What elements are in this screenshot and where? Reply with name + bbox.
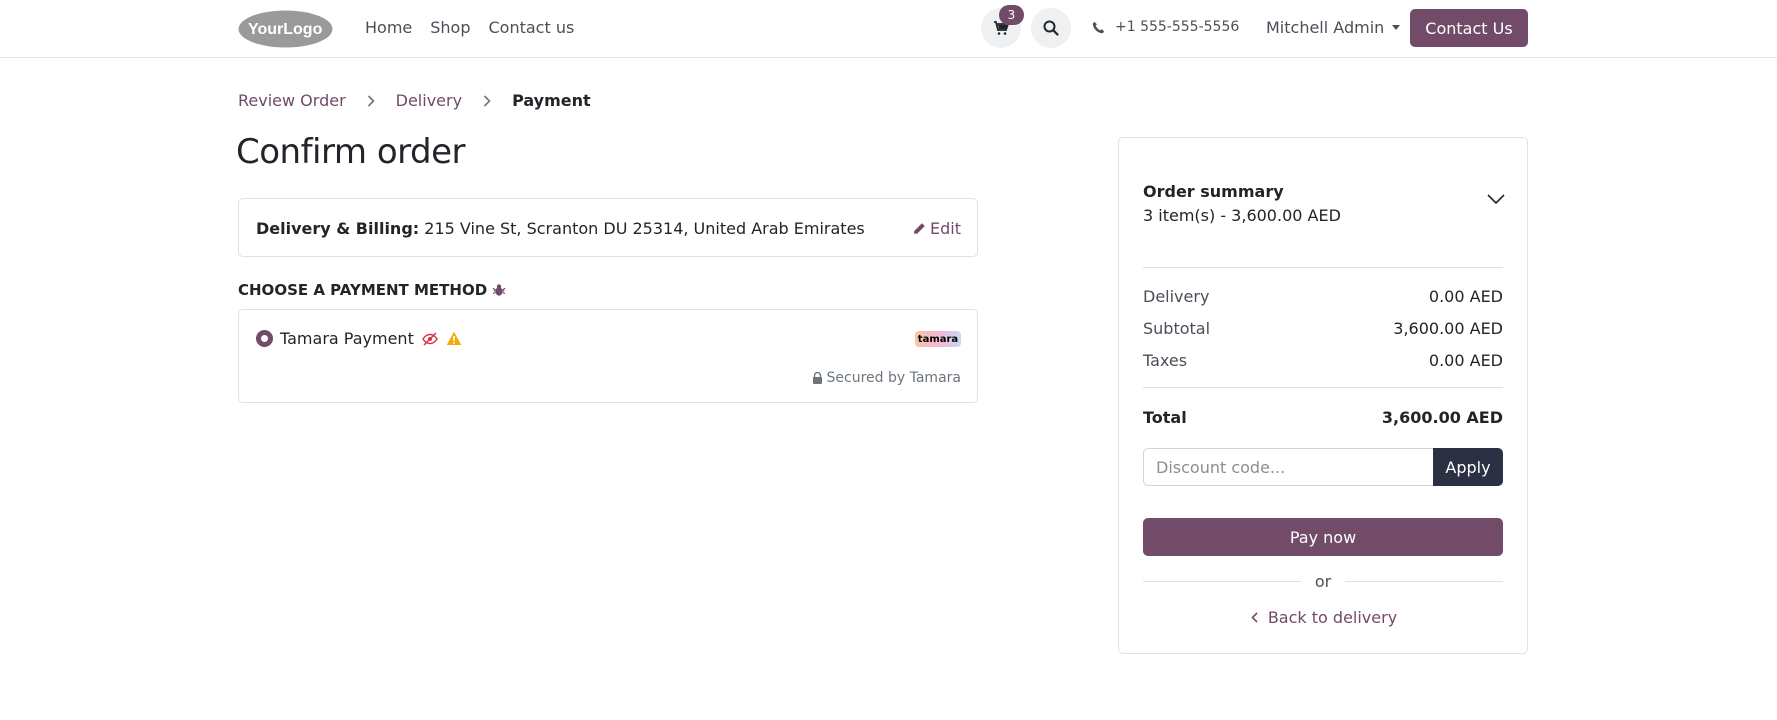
edit-address-link[interactable]: Edit <box>913 219 961 238</box>
payment-method-heading: CHOOSE A PAYMENT METHOD <box>238 281 506 299</box>
secured-text: Secured by Tamara <box>826 370 961 386</box>
main-nav: Home Shop Contact us <box>365 18 574 38</box>
separator-line <box>1345 581 1503 582</box>
cart-count-badge: 3 <box>999 5 1024 25</box>
phone-number: +1 555-555-5556 <box>1115 19 1240 35</box>
pencil-icon <box>914 223 925 234</box>
checkout-breadcrumb: Review Order Delivery Payment <box>238 91 591 110</box>
search-button[interactable] <box>1031 8 1071 48</box>
apply-discount-button[interactable]: Apply <box>1433 448 1503 486</box>
tamara-logo: tamara <box>915 331 961 347</box>
address-label: Delivery & Billing: <box>256 219 420 238</box>
nav-home[interactable]: Home <box>365 18 412 38</box>
or-separator: or <box>1143 572 1503 591</box>
pay-now-button[interactable]: Pay now <box>1143 518 1503 556</box>
taxes-row: Taxes 0.00 AED <box>1143 351 1503 370</box>
phone-icon <box>1092 21 1105 33</box>
order-items-line: 3 item(s) - 3,600.00 AED <box>1143 206 1341 225</box>
payment-method-card[interactable]: Tamara Payment tamara Secured by Tamara <box>238 309 978 403</box>
payment-method-name: Tamara Payment <box>280 329 414 348</box>
your-logo[interactable]: YourLogo <box>238 10 333 48</box>
delivery-row: Delivery 0.00 AED <box>1143 287 1503 306</box>
discount-code-input[interactable] <box>1143 448 1433 486</box>
search-icon <box>1043 20 1059 36</box>
bug-icon <box>492 284 506 296</box>
total-value: 3,600.00 AED <box>1381 408 1503 427</box>
address-card: Delivery & Billing: 215 Vine St, Scranto… <box>238 198 978 257</box>
summary-divider <box>1143 267 1503 268</box>
caret-down-icon <box>1392 25 1401 30</box>
breadcrumb-payment: Payment <box>512 91 591 110</box>
taxes-label: Taxes <box>1143 351 1188 370</box>
chevron-down-icon[interactable] <box>1487 194 1505 204</box>
phone-link[interactable]: +1 555-555-5556 <box>1092 19 1239 35</box>
subtotal-row: Subtotal 3,600.00 AED <box>1143 319 1503 338</box>
or-label: or <box>1314 572 1332 591</box>
nav-shop[interactable]: Shop <box>430 18 470 38</box>
eye-slash-icon <box>422 331 438 346</box>
page-title: Confirm order <box>236 132 465 172</box>
payment-method-label[interactable]: Tamara Payment <box>280 329 462 348</box>
address-line: Delivery & Billing: 215 Vine St, Scranto… <box>256 219 865 238</box>
chevron-right-icon <box>346 94 396 107</box>
site-header: YourLogo Home Shop Contact us 3 +1 555-5… <box>0 0 1777 58</box>
separator-line <box>1143 581 1301 582</box>
chevron-left-icon <box>1251 612 1258 623</box>
summary-divider <box>1143 387 1503 388</box>
subtotal-value: 3,600.00 AED <box>1393 319 1503 338</box>
discount-form: Apply <box>1143 448 1503 486</box>
delivery-label: Delivery <box>1143 287 1210 306</box>
lock-icon <box>812 372 822 384</box>
payment-heading-text: CHOOSE A PAYMENT METHOD <box>238 281 488 299</box>
breadcrumb-review-order[interactable]: Review Order <box>238 91 346 110</box>
logo-text: YourLogo <box>248 21 323 38</box>
order-summary-panel: Order summary 3 item(s) - 3,600.00 AED D… <box>1118 137 1528 654</box>
address-value: 215 Vine St, Scranton DU 25314, United A… <box>424 219 865 238</box>
back-to-delivery-label: Back to delivery <box>1267 608 1398 627</box>
breadcrumb-delivery[interactable]: Delivery <box>396 91 462 110</box>
nav-contact-us[interactable]: Contact us <box>489 18 575 38</box>
edit-label: Edit <box>930 219 961 238</box>
contact-us-button[interactable]: Contact Us <box>1410 9 1528 47</box>
taxes-value: 0.00 AED <box>1428 351 1503 370</box>
warning-icon <box>446 331 462 345</box>
payment-method-radio[interactable] <box>256 330 273 347</box>
total-label: Total <box>1143 408 1187 427</box>
subtotal-label: Subtotal <box>1143 319 1211 338</box>
user-name: Mitchell Admin <box>1266 18 1385 37</box>
user-menu[interactable]: Mitchell Admin <box>1266 18 1401 37</box>
delivery-value: 0.00 AED <box>1428 287 1503 306</box>
total-row: Total 3,600.00 AED <box>1143 408 1503 427</box>
back-to-delivery-link[interactable]: Back to delivery <box>1119 608 1529 627</box>
chevron-right-icon <box>462 94 512 107</box>
order-summary-title: Order summary <box>1143 182 1284 201</box>
secured-note: Secured by Tamara <box>812 370 961 386</box>
